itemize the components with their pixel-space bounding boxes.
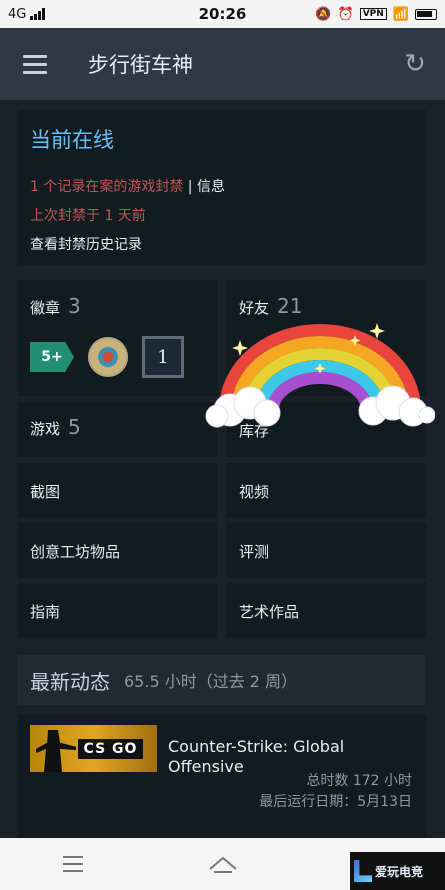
online-status-heading: 当前在线 (30, 128, 114, 152)
badges-label: 徽章 (30, 299, 61, 317)
wifi-icon: 📶 (392, 6, 409, 22)
watermark-text: 爱玩电竞 (375, 864, 424, 879)
videos-label: 视频 (239, 483, 270, 501)
screenshots-tile[interactable]: 截图 (18, 463, 217, 518)
guides-label: 指南 (30, 603, 61, 621)
games-tile[interactable]: 游戏 5 (18, 402, 217, 457)
badges-tile[interactable]: 徽章 3 5+ 1 (18, 280, 217, 396)
games-count: 5 (68, 415, 81, 439)
separator: | (183, 179, 197, 195)
workshop-tile[interactable]: 创意工坊物品 (18, 523, 217, 578)
status-bar: 4G 20:26 🔕 ⏰ VPN 📶 (0, 0, 445, 28)
friends-label: 好友 (239, 299, 270, 317)
page-title: 步行街车神 (88, 53, 193, 77)
vpn-icon: VPN (359, 8, 387, 20)
network-type: 4G (8, 6, 27, 22)
ban-record-text: 1 个记录在案的游戏封禁 (30, 179, 184, 195)
badge-5plus-icon[interactable]: 5+ (30, 342, 74, 372)
mute-icon: 🔕 (315, 6, 332, 22)
badge-level-icon[interactable]: 1 (142, 336, 184, 378)
workshop-label: 创意工坊物品 (30, 543, 121, 561)
last-ban-text: 上次封禁于 1 天前 (30, 208, 146, 224)
alarm-icon: ⏰ (337, 6, 354, 22)
recent-game-card[interactable]: CS GO Counter-Strike: Global Offensive 总… (18, 715, 426, 855)
artwork-label: 艺术作品 (239, 603, 300, 621)
videos-tile[interactable]: 视频 (227, 463, 426, 518)
artwork-tile[interactable]: 艺术作品 (227, 583, 426, 638)
hamburger-menu-icon[interactable] (0, 28, 70, 100)
app-bar: 步行街车神 ↻ (0, 28, 445, 100)
clock: 20:26 (198, 5, 247, 23)
watermark-mark-icon (354, 860, 372, 882)
guides-tile[interactable]: 指南 (18, 583, 217, 638)
screenshots-label: 截图 (30, 483, 61, 501)
online-status-panel: 当前在线 1 个记录在案的游戏封禁 | 信息 上次封禁于 1 天前 查看封禁历史… (18, 110, 426, 265)
games-label: 游戏 (30, 420, 61, 438)
signal-icon (30, 8, 46, 20)
friends-count: 21 (277, 294, 303, 318)
game-last-played: 最后运行日期：5月13日 (259, 794, 412, 810)
recent-activity-header: 最新动态 65.5 小时（过去 2 周） (18, 655, 426, 705)
battery-icon (415, 8, 437, 20)
game-logo-image[interactable]: CS GO (30, 725, 157, 772)
game-total-hours: 总时数 172 小时 (306, 773, 412, 789)
recent-activity-heading: 最新动态 (30, 669, 110, 694)
ban-history-link[interactable]: 查看封禁历史记录 (30, 234, 414, 254)
refresh-icon[interactable]: ↻ (385, 28, 445, 100)
watermark-logo: 爱玩电竞 (350, 852, 445, 890)
nav-home-icon[interactable] (208, 855, 238, 873)
recent-activity-summary: 65.5 小时（过去 2 周） (124, 672, 298, 691)
nav-menu-icon[interactable] (62, 856, 83, 872)
inventory-label: 库存 (239, 422, 270, 440)
soldier-silhouette-icon (36, 730, 76, 772)
game-logo-text: CS GO (77, 738, 144, 759)
badges-count: 3 (68, 294, 81, 318)
info-link[interactable]: 信息 (197, 179, 225, 195)
inventory-tile[interactable]: 库存 (227, 402, 426, 457)
reviews-label: 评测 (239, 543, 270, 561)
reviews-tile[interactable]: 评测 (227, 523, 426, 578)
badge-round-icon[interactable] (88, 337, 128, 377)
friends-tile[interactable]: 好友 21 (227, 280, 426, 396)
